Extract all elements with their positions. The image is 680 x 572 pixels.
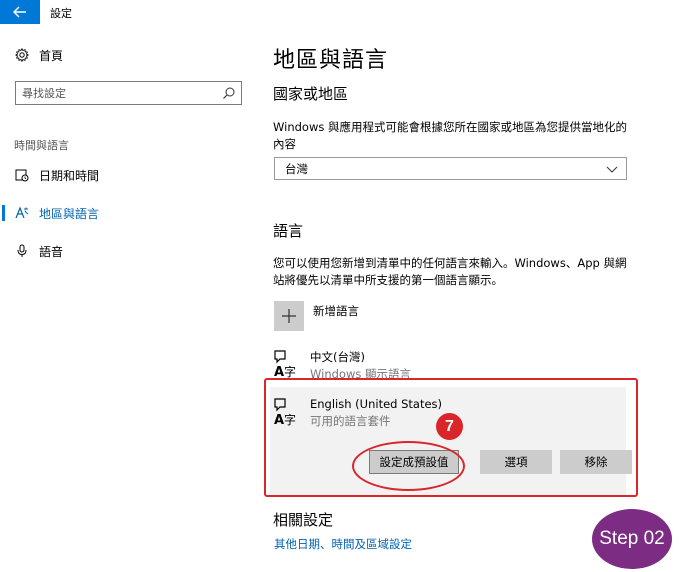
step-label-badge: Step 02 [592,509,672,569]
page-title: 地區與語言 [273,48,389,73]
calendar-clock-icon [14,167,30,183]
languages-heading: 語言 [273,222,304,240]
chevron-down-icon [606,166,618,173]
sidebar-item-speech[interactable]: 語音 [0,236,258,266]
languages-description: 您可以使用您新增到清單中的任何語言來輸入。Windows、App 與網站將優先以… [273,256,627,287]
gear-icon [14,47,30,63]
sidebar-item-label: 首頁 [39,48,64,63]
active-indicator [2,205,5,221]
section-label: 時間與語言 [14,139,69,152]
sidebar-item-label: 地區與語言 [39,206,100,221]
sidebar-item-region-language[interactable]: 地區與語言 [0,198,258,228]
sidebar-item-label: 語音 [39,244,64,259]
window-title: 設定 [50,7,72,20]
sidebar-item-home[interactable]: 首頁 [0,40,258,70]
back-button[interactable] [0,0,40,24]
plus-icon [282,309,296,323]
region-dropdown[interactable]: 台灣 [274,157,627,180]
related-settings-heading: 相關設定 [273,511,334,529]
title-bar: 設定 [0,0,680,24]
svg-text:A: A [274,365,284,379]
search-input[interactable] [22,85,212,101]
language-icon: A 字 [274,350,296,379]
step-number-badge: 7 [436,413,463,440]
sidebar-item-date-time[interactable]: 日期和時間 [0,160,258,190]
add-language-button[interactable] [274,301,304,331]
language-name: 中文(台灣) [310,350,365,364]
highlight-ellipse [352,441,465,491]
microphone-icon [14,243,30,259]
region-heading: 國家或地區 [273,85,349,103]
add-language-label[interactable]: 新增語言 [313,303,359,319]
svg-text:字: 字 [284,364,296,379]
sidebar: 首頁 時間與語言 日期和時間 地區與語言 [0,24,258,572]
sidebar-item-label: 日期和時間 [39,168,100,183]
search-icon[interactable] [222,86,236,100]
region-description: Windows 與應用程式可能會根據您所在國家或地區為您提供當地化的內容 [273,120,627,151]
date-time-region-link[interactable]: 其他日期、時間及區域設定 [274,536,412,552]
region-selected-value: 台灣 [285,162,308,176]
arrow-left-icon [13,6,26,18]
search-field[interactable] [15,81,242,105]
region-language-icon [14,205,30,221]
